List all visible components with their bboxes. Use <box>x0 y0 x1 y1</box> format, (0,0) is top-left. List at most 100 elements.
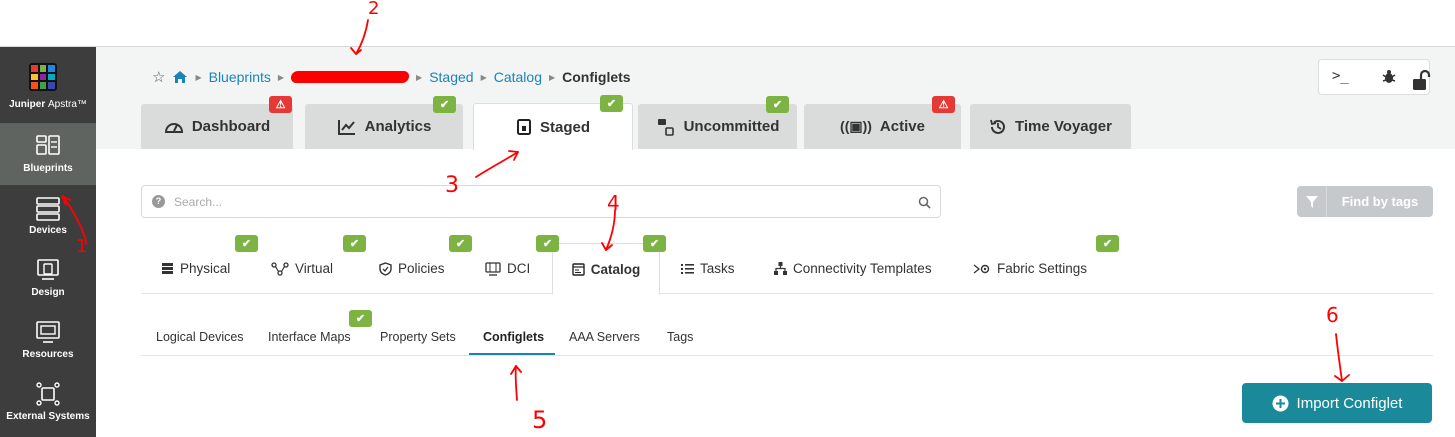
subtab-tasks[interactable]: Tasks <box>681 243 735 294</box>
sidebar-item-label: Blueprints <box>23 163 73 174</box>
help-icon: ? <box>152 195 165 208</box>
hierarchy-icon <box>774 262 787 275</box>
browser-top-band <box>0 0 1455 47</box>
check-icon: ✔ <box>439 99 450 111</box>
tab-label: Dashboard <box>191 118 271 135</box>
ok-badge: ✔ <box>449 235 472 252</box>
chevron-right-icon: ▶ <box>548 72 556 82</box>
subtab-label: Fabric Settings <box>997 261 1088 276</box>
subtab-label: Tasks <box>700 261 735 276</box>
cattab-tags[interactable]: Tags <box>667 330 693 344</box>
sidebar-item-resources[interactable]: Resources <box>0 309 96 371</box>
breadcrumb-catalog[interactable]: Catalog <box>494 69 542 85</box>
search-input[interactable] <box>174 186 914 217</box>
blueprints-icon <box>36 135 60 155</box>
subtab-label: Virtual <box>295 261 334 276</box>
catalog-tabs: Logical Devices Interface Maps Property … <box>141 323 1433 356</box>
tab-time-voyager[interactable]: Time Voyager <box>970 104 1131 149</box>
check-icon: ✔ <box>455 238 466 250</box>
search-icon <box>918 196 931 209</box>
subtab-fabric-settings[interactable]: Fabric Settings <box>973 243 1087 294</box>
subtab-policies[interactable]: Policies <box>379 243 445 294</box>
active-tab-underline <box>469 353 555 355</box>
check-icon: ✔ <box>1102 238 1113 250</box>
sidebar: Juniper Apstra™ Blueprints Devices Desig… <box>0 47 96 437</box>
find-by-tags-button[interactable]: Find by tags <box>1297 186 1433 217</box>
apstra-logo-icon <box>29 63 57 91</box>
check-icon: ✔ <box>355 313 366 325</box>
unlock-icon[interactable] <box>1411 69 1431 91</box>
server-icon <box>36 197 60 221</box>
check-icon: ✔ <box>606 98 617 110</box>
sidebar-item-label: External Systems <box>6 411 90 422</box>
ok-badge: ✔ <box>433 96 456 113</box>
gauge-icon <box>164 122 183 133</box>
import-configlet-button[interactable]: Import Configlet <box>1242 383 1432 423</box>
subtab-label: Catalog <box>590 261 641 277</box>
fabric-settings-icon <box>973 263 990 274</box>
terminal-icon[interactable]: >_ <box>1332 68 1349 84</box>
subtab-physical[interactable]: Physical <box>161 243 230 294</box>
line-chart-icon <box>337 119 355 135</box>
tab-label: Active <box>879 118 925 135</box>
warning-icon: ⚠ <box>275 99 286 111</box>
tab-label: Analytics <box>364 118 432 135</box>
list-icon <box>681 263 694 274</box>
main-content: ☆ ▶ Blueprints ▶ ▶ Staged ▶ Catalog ▶ Co… <box>96 47 1455 437</box>
star-icon[interactable]: ☆ <box>152 68 165 86</box>
dci-icon <box>485 261 501 276</box>
chevron-right-icon: ▶ <box>480 72 487 82</box>
subtab-label: Physical <box>180 261 231 276</box>
cattab-logical-devices[interactable]: Logical Devices <box>156 330 244 344</box>
tab-label: Time Voyager <box>1015 118 1112 135</box>
ok-badge: ✔ <box>235 235 258 252</box>
sidebar-item-external-systems[interactable]: External Systems <box>0 371 96 433</box>
find-by-tags-label: Find by tags <box>1341 194 1419 209</box>
ok-badge: ✔ <box>643 235 666 252</box>
virtual-network-icon <box>271 261 289 276</box>
redacted-blueprint-name <box>290 71 410 83</box>
plus-circle-icon <box>1272 395 1289 411</box>
sidebar-item-label: Resources <box>22 349 74 360</box>
chevron-right-icon: ▶ <box>416 72 423 82</box>
bug-icon[interactable] <box>1381 69 1397 85</box>
chevron-right-icon: ▶ <box>195 72 202 82</box>
app-logo[interactable]: Juniper Apstra™ <box>0 47 96 123</box>
cattab-property-sets[interactable]: Property Sets <box>380 330 456 344</box>
shield-icon <box>379 261 392 276</box>
cattab-aaa-servers[interactable]: AAA Servers <box>569 330 640 344</box>
broadcast-icon: ((▣)) <box>840 118 872 134</box>
tab-label: Uncommitted <box>683 118 780 135</box>
sidebar-item-label: Design <box>31 287 65 298</box>
history-icon <box>990 119 1005 134</box>
breadcrumb-blueprints[interactable]: Blueprints <box>209 69 271 85</box>
subtab-dci[interactable]: DCI <box>485 243 530 294</box>
ok-badge: ✔ <box>536 235 559 252</box>
subtab-virtual[interactable]: Virtual <box>271 243 333 294</box>
ok-badge: ✔ <box>343 235 366 252</box>
check-icon: ✔ <box>542 238 553 250</box>
blueprint-subtabs: Physical Virtual Policies DCI Catalog Ta… <box>141 243 1433 295</box>
subtab-connectivity-templates[interactable]: Connectivity Templates <box>774 243 932 294</box>
staged-icon <box>516 119 531 135</box>
warning-badge: ⚠ <box>932 96 955 113</box>
catalog-icon <box>572 262 585 276</box>
design-icon <box>37 259 59 280</box>
uncommitted-icon <box>657 118 674 136</box>
ok-badge: ✔ <box>600 95 623 112</box>
sidebar-item-blueprints[interactable]: Blueprints <box>0 123 96 185</box>
cattab-configlets[interactable]: Configlets <box>483 330 544 344</box>
breadcrumb-staged[interactable]: Staged <box>429 69 473 85</box>
resources-icon <box>36 321 60 343</box>
breadcrumb: ☆ ▶ Blueprints ▶ ▶ Staged ▶ Catalog ▶ Co… <box>152 68 631 86</box>
subtab-label: Connectivity Templates <box>793 261 932 276</box>
subtab-label: DCI <box>507 261 531 276</box>
breadcrumb-current: Configlets <box>562 69 631 85</box>
sidebar-item-devices[interactable]: Devices <box>0 185 96 247</box>
cattab-interface-maps[interactable]: Interface Maps <box>268 330 351 344</box>
home-icon[interactable] <box>172 70 188 84</box>
check-icon: ✔ <box>772 99 783 111</box>
external-systems-icon <box>36 382 60 406</box>
blueprint-header: ☆ ▶ Blueprints ▶ ▶ Staged ▶ Catalog ▶ Co… <box>96 47 1455 150</box>
sidebar-item-design[interactable]: Design <box>0 247 96 309</box>
